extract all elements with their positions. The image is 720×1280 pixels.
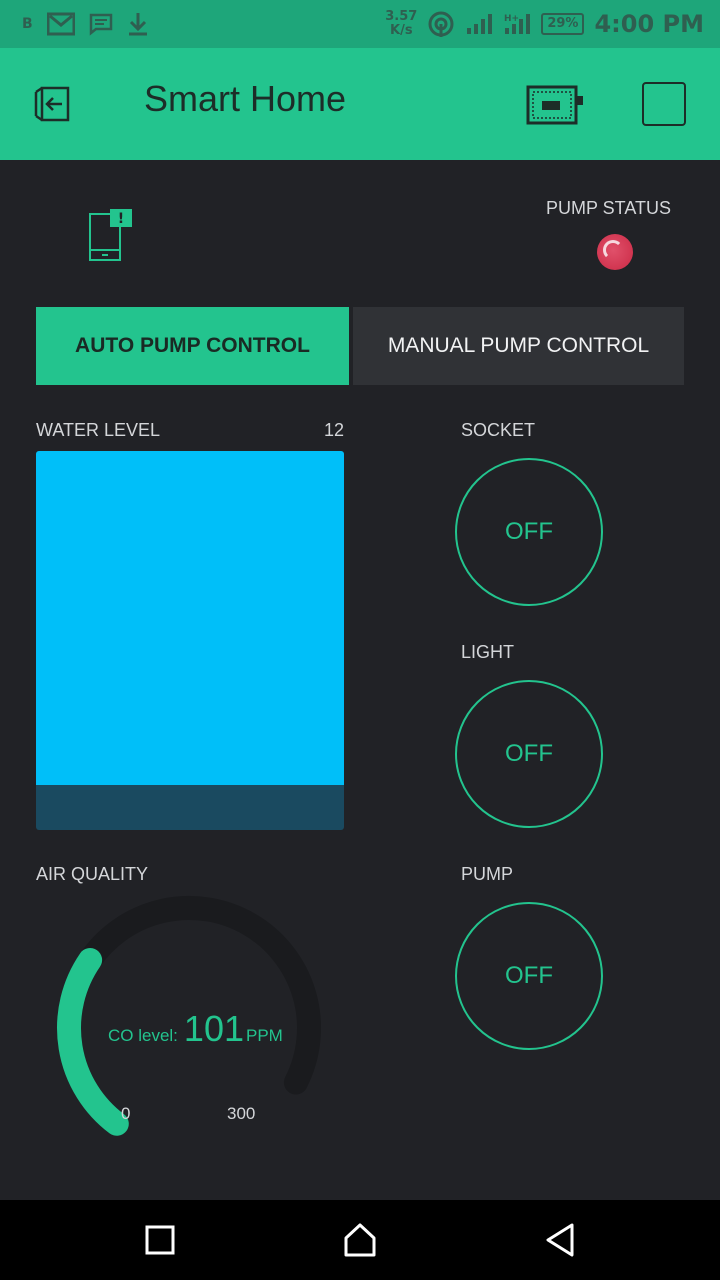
light-button[interactable]: OFF xyxy=(455,680,603,828)
status-right-icons: 3.57 K/s H+ 29% 4:00 PM xyxy=(385,6,704,42)
app-header: Smart Home xyxy=(0,48,720,160)
gauge-prefix: CO level: xyxy=(108,1026,178,1045)
gauge-unit: PPM xyxy=(246,1026,283,1045)
page-title: Smart Home xyxy=(144,78,347,119)
gmail-icon xyxy=(46,12,75,36)
tab-manual-pump-control[interactable]: MANUAL PUMP CONTROL xyxy=(353,307,684,385)
back-icon[interactable] xyxy=(540,1220,580,1260)
download-icon xyxy=(128,13,147,36)
battery-indicator: 29% xyxy=(541,13,585,35)
pump-button[interactable]: OFF xyxy=(455,902,603,1050)
socket-button[interactable]: OFF xyxy=(455,458,603,606)
water-level-value: 12 xyxy=(323,420,344,440)
recents-icon[interactable] xyxy=(140,1220,180,1260)
signal-h-plus-icon: H+ xyxy=(504,14,531,34)
speed-unit: K/s xyxy=(390,23,413,38)
message-icon xyxy=(89,13,112,36)
notification-phone-icon: ! xyxy=(89,209,132,261)
svg-text:H+: H+ xyxy=(504,14,519,24)
tab-auto-pump-control[interactable]: AUTO PUMP CONTROL xyxy=(36,307,349,385)
gauge-readout: CO level: 101 PPM xyxy=(108,1008,283,1050)
device-icon[interactable] xyxy=(526,84,584,126)
speed-value: 3.57 xyxy=(385,9,418,24)
water-level-label: WATER LEVEL xyxy=(36,420,161,440)
socket-label: SOCKET xyxy=(461,420,536,440)
pump-label: PUMP xyxy=(461,864,514,884)
pump-status-label: PUMP STATUS xyxy=(546,198,672,218)
hotspot-icon xyxy=(428,11,454,37)
network-speed: 3.57 K/s xyxy=(385,10,417,38)
exit-icon[interactable] xyxy=(32,82,80,126)
system-nav-bar xyxy=(0,1200,720,1280)
gauge-min: 0 xyxy=(121,1104,131,1123)
clock: 4:00 PM xyxy=(594,10,704,38)
gauge-max: 300 xyxy=(227,1104,256,1123)
pump-status-led xyxy=(597,234,633,270)
svg-text:!: ! xyxy=(118,211,124,227)
status-left-icons: B xyxy=(22,10,149,38)
water-level-bar xyxy=(36,451,344,830)
pump-mode-segmented-control: AUTO PUMP CONTROL MANUAL PUMP CONTROL xyxy=(36,307,684,385)
status-letter: B xyxy=(22,16,33,32)
light-label: LIGHT xyxy=(461,642,515,662)
signal-icon xyxy=(467,14,493,34)
water-level-fill xyxy=(36,451,344,785)
gauge-value: 101 xyxy=(183,1008,244,1049)
home-icon[interactable] xyxy=(340,1220,380,1260)
status-bar: B 3.57 K/s H+ 29% 4:00 PM xyxy=(0,0,720,48)
stop-button[interactable] xyxy=(642,82,686,126)
